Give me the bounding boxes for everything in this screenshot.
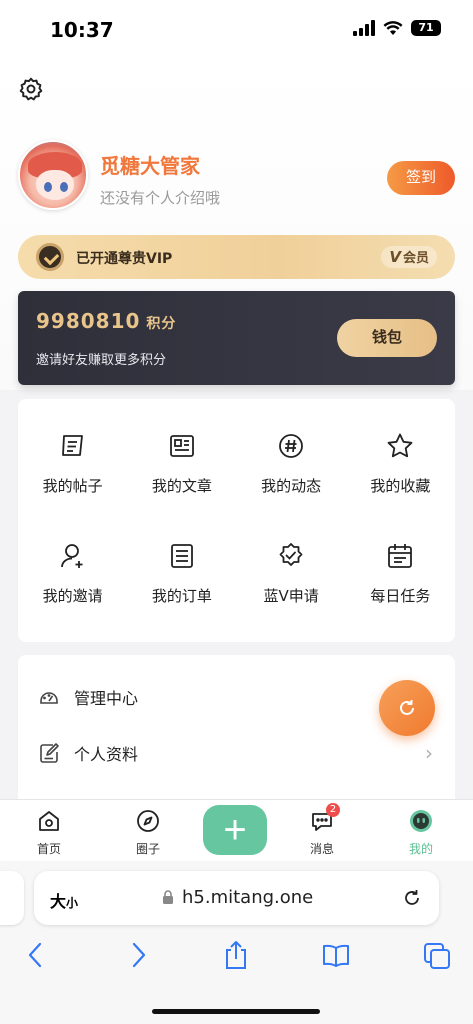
tab-label: 圈子 bbox=[135, 842, 160, 856]
invite-user-icon bbox=[60, 544, 83, 568]
user-intro: 还没有个人介绍哦 bbox=[100, 189, 221, 207]
tab-mine[interactable]: 我的 bbox=[386, 808, 456, 857]
url-text: h5.mitang.one bbox=[182, 887, 314, 908]
grid-item-my-favorites[interactable]: 我的收藏 bbox=[346, 431, 455, 541]
tab-label: 首页 bbox=[36, 842, 61, 856]
username: 觅糖大管家 bbox=[100, 154, 200, 178]
grid-item-my-invites[interactable]: 我的邀请 bbox=[18, 541, 127, 651]
home-indicator bbox=[152, 1009, 320, 1014]
message-count-badge: 2 bbox=[326, 803, 340, 817]
address-bar[interactable]: 大小 h5.mitang.one bbox=[34, 871, 439, 925]
grid-item-my-moments[interactable]: 我的动态 bbox=[237, 431, 346, 541]
grid-item-daily-tasks[interactable]: 每日任务 bbox=[346, 541, 455, 651]
list-item-label: 个人资料 bbox=[74, 745, 139, 764]
grid-item-label: 每日任务 bbox=[370, 587, 431, 605]
tab-label: 我的 bbox=[408, 842, 433, 856]
order-icon bbox=[170, 544, 193, 568]
points-hint: 邀请好友赚取更多积分 bbox=[36, 353, 167, 368]
status-bar: 10:37 71 bbox=[0, 0, 473, 60]
wallet-button[interactable]: 钱包 bbox=[337, 319, 437, 357]
hashtag-icon bbox=[279, 434, 304, 458]
back-icon[interactable] bbox=[24, 939, 48, 971]
grid-item-label: 蓝V申请 bbox=[263, 587, 319, 605]
tab-home[interactable]: 首页 bbox=[14, 808, 84, 857]
settings-gear-icon[interactable] bbox=[18, 76, 44, 102]
grid-item-my-orders[interactable]: 我的订单 bbox=[127, 541, 236, 651]
grid-item-my-articles[interactable]: 我的文章 bbox=[127, 431, 236, 541]
status-time: 10:37 bbox=[50, 18, 114, 42]
grid-item-label: 我的动态 bbox=[261, 477, 322, 495]
grid-item-my-posts[interactable]: 我的帖子 bbox=[18, 431, 127, 541]
vip-badge-icon bbox=[36, 243, 64, 271]
vip-member-tag: V 会员 bbox=[381, 246, 437, 268]
chevron-right-icon: › bbox=[425, 741, 433, 765]
browser-chrome: 大小 h5.mitang.one bbox=[0, 861, 473, 1024]
create-post-button[interactable]: + bbox=[203, 805, 267, 855]
lock-icon bbox=[163, 890, 173, 904]
cellular-signal-icon bbox=[353, 20, 375, 36]
refresh-icon bbox=[400, 700, 414, 715]
home-icon bbox=[39, 811, 59, 831]
wifi-icon bbox=[383, 21, 403, 35]
refresh-fab-button[interactable] bbox=[379, 680, 435, 736]
dashboard-icon bbox=[40, 692, 58, 704]
list-item-label: 管理中心 bbox=[74, 689, 139, 708]
article-icon bbox=[169, 435, 194, 457]
menu-list: 管理中心 个人资料 › bbox=[18, 655, 455, 815]
post-icon bbox=[61, 435, 83, 456]
bookmarks-icon[interactable] bbox=[320, 939, 352, 971]
forward-icon[interactable] bbox=[126, 939, 150, 971]
tab-label: 消息 bbox=[309, 842, 334, 856]
compass-icon bbox=[137, 810, 159, 832]
verified-badge-icon bbox=[279, 543, 303, 566]
battery-indicator: 71 bbox=[411, 20, 441, 36]
function-grid: 我的帖子 我的文章 我的动态 我的收藏 我的邀请 我的订单 蓝V申请 每日任务 bbox=[18, 399, 455, 642]
reload-icon[interactable] bbox=[401, 887, 423, 909]
points-unit: 积分 bbox=[146, 316, 177, 332]
grid-item-label: 我的邀请 bbox=[42, 587, 103, 605]
edit-icon bbox=[40, 743, 59, 763]
points-value: 9980810 bbox=[36, 309, 141, 333]
browser-toolbar bbox=[0, 939, 473, 979]
share-icon[interactable] bbox=[222, 939, 250, 971]
star-icon bbox=[387, 433, 413, 458]
tab-messages[interactable]: 消息 bbox=[287, 808, 357, 857]
bottom-tab-bar: 首页 圈子 + 消息 2 我的 bbox=[0, 799, 473, 861]
avatar[interactable] bbox=[18, 140, 88, 210]
grid-item-label: 我的帖子 bbox=[42, 477, 103, 495]
tab-circle[interactable]: 圈子 bbox=[113, 808, 183, 857]
grid-item-blue-v-apply[interactable]: 蓝V申请 bbox=[237, 541, 346, 651]
list-item-profile[interactable]: 个人资料 › bbox=[18, 725, 455, 781]
text-size-button[interactable]: 大小 bbox=[50, 888, 78, 912]
vip-banner[interactable]: 已开通尊贵VIP V 会员 bbox=[18, 235, 455, 279]
grid-item-label: 我的文章 bbox=[151, 477, 212, 495]
tabs-icon[interactable] bbox=[422, 939, 452, 971]
calendar-icon bbox=[388, 544, 413, 568]
grid-item-label: 我的收藏 bbox=[370, 477, 431, 495]
vip-status-text: 已开通尊贵VIP bbox=[76, 251, 173, 267]
checkin-button[interactable]: 签到 bbox=[387, 161, 455, 195]
points-card: 9980810 积分 邀请好友赚取更多积分 钱包 bbox=[18, 291, 455, 385]
profile-face-icon bbox=[410, 810, 432, 832]
grid-item-label: 我的订单 bbox=[151, 587, 212, 605]
previous-tab-preview[interactable] bbox=[0, 871, 24, 925]
